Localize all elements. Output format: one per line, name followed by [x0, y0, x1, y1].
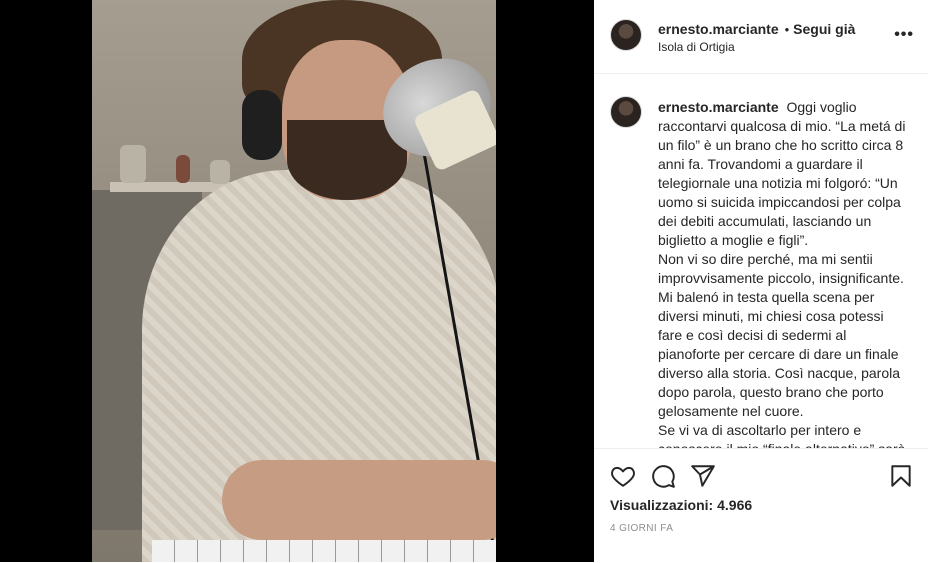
post-actions: Visualizzazioni: 4.966 4 GIORNI FA — [594, 448, 928, 563]
caption-username-link[interactable]: ernesto.marciante — [658, 99, 779, 115]
separator-dot: • — [784, 22, 790, 37]
follow-button[interactable]: Segui già — [793, 21, 855, 37]
post-timestamp[interactable]: 4 GIORNI FA — [610, 523, 673, 534]
header-user-line: ernesto.marciante • Segui già — [658, 21, 855, 39]
heart-icon[interactable] — [610, 463, 636, 489]
video-person-hands — [222, 460, 496, 540]
share-icon[interactable] — [690, 463, 716, 489]
caption-paragraph: Se vi va di ascoltarlo per intero e cono… — [658, 422, 905, 448]
location-link[interactable]: Isola di Ortigia — [658, 40, 735, 54]
comments-area[interactable]: ernesto.marciante Oggi voglio raccontarv… — [594, 74, 928, 448]
view-count: Visualizzazioni: 4.966 — [610, 497, 752, 513]
video-headphone — [242, 90, 282, 160]
post-header: ernesto.marciante • Segui già Isola di Ort… — [594, 0, 928, 74]
post-caption: ernesto.marciante Oggi voglio raccontarv… — [658, 98, 908, 448]
more-icon[interactable]: ••• — [894, 26, 914, 44]
bookmark-icon[interactable] — [888, 463, 914, 489]
video-piano-keys — [152, 540, 496, 562]
avatar[interactable] — [610, 96, 642, 128]
post-media[interactable] — [0, 0, 594, 562]
video-player[interactable] — [92, 0, 496, 562]
view-count-value: 4.966 — [717, 497, 753, 513]
view-count-label: Visualizzazioni: — [610, 497, 714, 513]
video-jar — [176, 155, 190, 183]
comment-icon[interactable] — [650, 463, 676, 489]
video-jar — [120, 145, 146, 183]
avatar[interactable] — [610, 19, 642, 51]
caption-text: Oggi voglio raccontarvi qualcosa di mio.… — [658, 99, 906, 248]
post-side-panel: ernesto.marciante • Segui già Isola di Ort… — [594, 0, 928, 562]
video-jar — [210, 160, 230, 184]
caption-paragraph: Non vi so dire perché, ma mi sentii impr… — [658, 251, 904, 419]
caption-paragraph: ernesto.marciante Oggi voglio raccontarv… — [658, 98, 908, 250]
username-link[interactable]: ernesto.marciante — [658, 21, 779, 37]
